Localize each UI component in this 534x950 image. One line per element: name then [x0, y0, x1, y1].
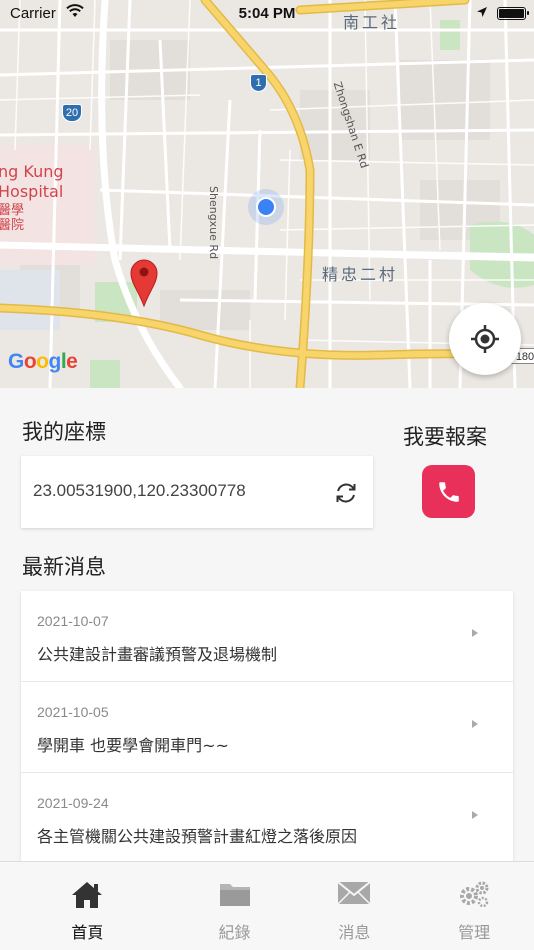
news-date: 2021-10-07 — [37, 613, 109, 629]
tab-records[interactable]: 紀錄 — [175, 862, 295, 950]
battery-icon — [497, 7, 529, 20]
tab-label: 消息 — [338, 923, 371, 942]
chevron-right-icon — [472, 629, 478, 637]
report-title: 我要報案 — [403, 425, 487, 449]
tab-label: 首頁 — [71, 923, 104, 942]
news-item[interactable]: 2021-09-24 各主管機關公共建設預警計畫紅燈之落後原因 — [21, 773, 513, 864]
route-badge-1: 1 — [250, 74, 267, 92]
folder-icon — [219, 884, 250, 906]
home-icon — [72, 882, 103, 908]
coords-box: 23.00531900,120.23300778 — [21, 456, 373, 528]
gears-icon — [460, 881, 489, 908]
status-bar: Carrier 5:04 PM — [0, 0, 534, 30]
map-view[interactable]: 南工社 精忠二村 ng Kung Hospital 醫學 醫院 Shengxue… — [0, 0, 534, 388]
tab-messages[interactable]: 消息 — [294, 862, 414, 950]
tab-label: 紀錄 — [218, 923, 251, 942]
google-logo: Google — [8, 350, 78, 373]
chevron-right-icon — [472, 811, 478, 819]
news-item[interactable]: 2021-10-05 學開車 也要學會開車門~~ — [21, 682, 513, 773]
report-call-button[interactable] — [422, 465, 475, 518]
news-headline: 學開車 也要學會開車門~~ — [37, 736, 229, 755]
tab-bar: 首頁 紀錄 消息 管理 — [0, 861, 534, 950]
tab-settings[interactable]: 管理 — [414, 862, 534, 950]
map-label-hospital-zh: 醫學 醫院 — [0, 203, 25, 233]
news-title: 最新消息 — [22, 555, 106, 579]
refresh-icon[interactable] — [333, 480, 359, 506]
news-item[interactable]: 2021-10-07 公共建設計畫審議預警及退場機制 — [21, 591, 513, 682]
news-date: 2021-10-05 — [37, 704, 109, 720]
chevron-right-icon — [472, 720, 478, 728]
map-label-hospital-en: ng Kung Hospital — [0, 162, 64, 201]
map-label-jingzhong: 精忠二村 — [322, 265, 399, 284]
news-date: 2021-09-24 — [37, 795, 109, 811]
mail-icon — [337, 881, 371, 905]
coords-title: 我的座標 — [22, 420, 106, 444]
news-list: 2021-10-07 公共建設計畫審議預警及退場機制 2021-10-05 學開… — [21, 591, 513, 864]
phone-icon — [438, 481, 459, 502]
coords-value: 23.00531900,120.23300778 — [33, 481, 246, 500]
route-badge-20: 20 — [62, 104, 82, 122]
status-time: 5:04 PM — [238, 5, 296, 22]
map-label-shengxue-rd: Shengxue Rd — [207, 186, 220, 260]
location-arrow-icon — [477, 7, 487, 17]
my-location-button[interactable] — [449, 303, 521, 375]
news-headline: 各主管機關公共建設預警計畫紅燈之落後原因 — [37, 827, 358, 846]
tab-label: 管理 — [458, 923, 491, 942]
crosshair-icon — [471, 325, 499, 353]
tab-home[interactable]: 首頁 — [0, 862, 175, 950]
news-headline: 公共建設計畫審議預警及退場機制 — [37, 645, 278, 664]
